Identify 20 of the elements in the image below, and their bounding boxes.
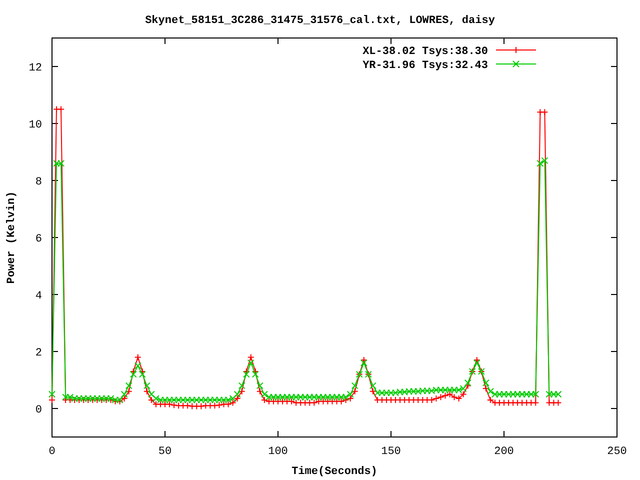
x-tick-label: 200 [494,446,514,458]
y-tick-label: 2 [35,348,42,360]
y-tick-label: 12 [28,62,42,74]
chart-title: Skynet_58151_3C286_31475_31576_cal.txt, LOWRES, daisy [145,15,495,27]
y-axis-label: Power (Kelvin) [6,191,18,284]
y-tick-label: 0 [35,404,42,416]
y-tick-label: 8 [35,176,42,188]
y-tick-label: 6 [35,234,42,246]
legend-label: XL-38.02 Tsys:38.30 [362,46,488,58]
x-axis-label: Time(Seconds) [292,466,378,478]
x-tick-label: 50 [158,446,172,458]
legend-line [496,60,536,68]
x-tick-label: 0 [48,446,56,458]
y-tick-label: 4 [35,290,42,302]
x-tick-label: 100 [268,446,288,458]
x-tick-label: 250 [607,446,627,458]
legend-label: YR-31.96 Tsys:32.43 [362,60,488,72]
x-tick-label: 150 [381,446,401,458]
legend-line [496,46,536,54]
y-tick-label: 10 [28,120,42,132]
